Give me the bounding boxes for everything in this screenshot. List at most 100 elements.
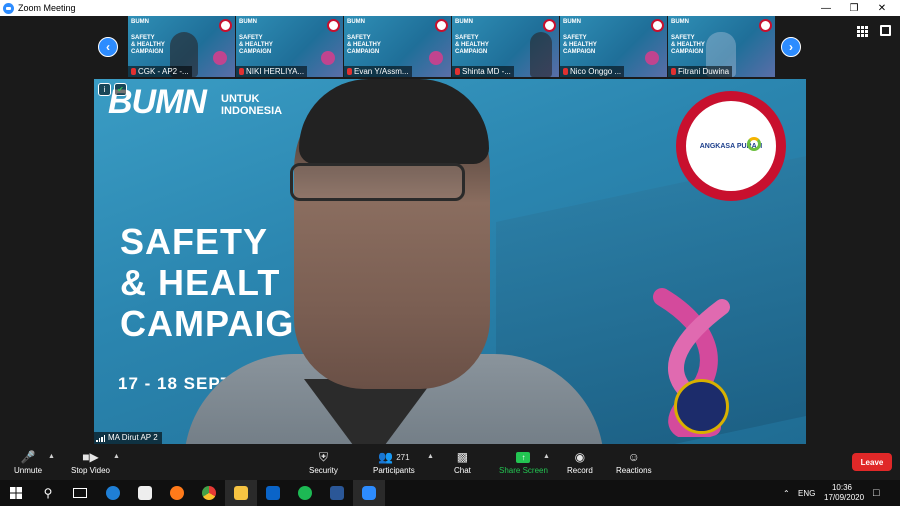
thumbnail-partner-logo [327, 19, 340, 32]
thumbnail-ribbon [645, 51, 659, 65]
task-view-icon[interactable] [64, 480, 96, 506]
thumbnail-name-label: NIKI HERLIYA... [236, 66, 308, 77]
active-speaker-video[interactable]: BUMN UNTUK INDONESIA SAFETY & HEALT CAMPA… [94, 79, 806, 444]
thumbnail-slide-logo: BUMN [671, 19, 689, 25]
share-options-chevron-icon[interactable]: ▲ [543, 453, 550, 460]
participant-name: Nico Onggo ... [570, 67, 622, 76]
angkasa-pura-emblem-icon [747, 137, 761, 151]
system-clock[interactable]: 10:36 17/09/2020 [824, 483, 864, 503]
thumbnail-person [530, 32, 552, 77]
participant-name: NIKI HERLIYA... [246, 67, 305, 76]
leave-meeting-button[interactable]: Leave [852, 453, 892, 471]
store-icon[interactable] [129, 480, 161, 506]
bumn-logo-subtitle: UNTUK INDONESIA [221, 93, 283, 117]
windows-taskbar: ⚲ ⌃ ENG 10:36 17/09/2020 □ [0, 480, 900, 506]
thumbnail-partner-logo [219, 19, 232, 32]
share-screen-button[interactable]: ↑ Share Screen [499, 449, 548, 475]
gallery-view-icon[interactable] [857, 26, 868, 37]
input-language[interactable]: ENG [798, 480, 815, 506]
participant-thumbnail[interactable]: BUMN SAFETY & HEALTHY CAMPAIGN Nico Onggo … [560, 16, 667, 77]
thumbnail-partner-logo [759, 19, 772, 32]
video-options-chevron-icon[interactable]: ▲ [113, 453, 120, 460]
thumbnail-slide-logo: BUMN [563, 19, 581, 25]
smiley-plus-icon: ☺ [627, 450, 640, 464]
chrome-icon[interactable] [193, 480, 225, 506]
muted-mic-icon [347, 68, 352, 75]
video-camera-icon: ■▶ [82, 450, 99, 464]
firefox-icon[interactable] [161, 480, 193, 506]
edge-browser-icon[interactable] [97, 480, 129, 506]
windows-start-icon[interactable] [0, 480, 32, 506]
thumbnail-ribbon [213, 51, 227, 65]
thumbnail-name-label: Fitrani Duwina [668, 66, 733, 77]
tray-chevron-icon[interactable]: ⌃ [783, 480, 790, 506]
thumbnail-partner-logo [543, 19, 556, 32]
participants-button[interactable]: 👥 271 Participants [373, 449, 415, 475]
thumbnail-ribbon [429, 51, 443, 65]
next-page-button[interactable]: › [781, 37, 801, 57]
fullscreen-icon[interactable] [880, 25, 891, 36]
reactions-button[interactable]: ☺ Reactions [616, 449, 652, 475]
thumbnail-name-label: CGK - AP2 -... [128, 66, 192, 77]
close-icon[interactable]: ✕ [866, 0, 898, 16]
participants-chevron-icon[interactable]: ▲ [427, 453, 434, 460]
thumbnail-slide-title: SAFETY & HEALTHY CAMPAIGN [455, 35, 489, 55]
search-icon[interactable]: ⚲ [32, 480, 64, 506]
participant-thumbnail[interactable]: BUMN SAFETY & HEALTHY CAMPAIGN Fitrani Duw… [668, 16, 775, 77]
stop-video-button[interactable]: ■▶ Stop Video [71, 449, 110, 475]
thumbnail-partner-logo [435, 19, 448, 32]
angkasa-pura-logo: ANGKASA PURA II [676, 91, 786, 201]
chat-button[interactable]: ▩ Chat [454, 449, 471, 475]
thumbnail-slide-title: SAFETY & HEALTHY CAMPAIGN [671, 35, 705, 55]
participant-thumbnail[interactable]: BUMN SAFETY & HEALTHY CAMPAIGN Shinta MD -… [452, 16, 559, 77]
participants-icon: 👥 271 [378, 450, 410, 464]
participant-name: CGK - AP2 -... [138, 67, 189, 76]
thumbnail-slide-title: SAFETY & HEALTHY CAMPAIGN [239, 35, 273, 55]
info-icon[interactable]: i [98, 83, 111, 96]
record-icon: ◉ [574, 450, 586, 464]
thumbnail-slide-logo: BUMN [239, 19, 257, 25]
window-titlebar: Zoom Meeting — ❐ ✕ [0, 0, 900, 16]
participant-thumbnail[interactable]: BUMN SAFETY & HEALTHY CAMPAIGN Evan Y/Assm… [344, 16, 451, 77]
thumbnail-partner-logo [651, 19, 664, 32]
muted-mic-icon [131, 68, 136, 75]
muted-mic-icon [455, 68, 460, 75]
thumbnail-slide-title: SAFETY & HEALTHY CAMPAIGN [563, 35, 597, 55]
participant-thumbnail[interactable]: BUMN SAFETY & HEALTHY CAMPAIGN CGK - AP2 -… [128, 16, 235, 77]
muted-mic-icon [671, 68, 676, 75]
meeting-stage: ‹ BUMN SAFETY & HEALTHY CAMPAIGN CGK - AP2… [0, 16, 900, 446]
word-icon[interactable] [321, 480, 353, 506]
muted-mic-icon [563, 68, 568, 75]
notifications-icon[interactable]: □ [873, 480, 880, 506]
chat-bubble-icon: ▩ [456, 450, 469, 464]
thumbnail-slide-logo: BUMN [455, 19, 473, 25]
spotify-icon[interactable] [289, 480, 321, 506]
unmute-button[interactable]: 🎤 Unmute [14, 449, 42, 475]
thumbnail-name-label: Shinta MD -... [452, 66, 514, 77]
security-button[interactable]: ⛨ Security [309, 449, 338, 476]
speaker-name-label: MA Dirut AP 2 [94, 432, 162, 444]
window-title: Zoom Meeting [18, 3, 76, 13]
zoom-taskbar-icon[interactable] [353, 480, 385, 506]
meeting-info-icons: i ✔ [98, 83, 127, 96]
encryption-shield-icon[interactable]: ✔ [114, 83, 127, 96]
participant-thumbnail[interactable]: BUMN SAFETY & HEALTHY CAMPAIGN NIKI HERLIY… [236, 16, 343, 77]
participant-name: Fitrani Duwina [678, 67, 730, 76]
participant-name: Shinta MD -... [462, 67, 511, 76]
ministry-emblem-icon [674, 379, 729, 434]
speaker-name: MA Dirut AP 2 [108, 433, 158, 442]
record-button[interactable]: ◉ Record [567, 449, 593, 475]
muted-microphone-icon: 🎤 [20, 450, 36, 464]
outlook-icon[interactable] [257, 480, 289, 506]
file-explorer-icon[interactable] [225, 480, 257, 506]
thumbnail-slide-logo: BUMN [131, 19, 149, 25]
thumbnail-slide-title: SAFETY & HEALTHY CAMPAIGN [347, 35, 381, 55]
previous-page-button[interactable]: ‹ [98, 37, 118, 57]
speaker-hair [299, 79, 489, 164]
muted-mic-icon [239, 68, 244, 75]
share-screen-icon: ↑ [516, 449, 531, 465]
participant-name: Evan Y/Assm... [354, 67, 409, 76]
shield-icon: ⛨ [318, 449, 328, 464]
audio-options-chevron-icon[interactable]: ▲ [48, 453, 55, 460]
thumbnail-strip: BUMN SAFETY & HEALTHY CAMPAIGN CGK - AP2 -… [128, 16, 776, 77]
